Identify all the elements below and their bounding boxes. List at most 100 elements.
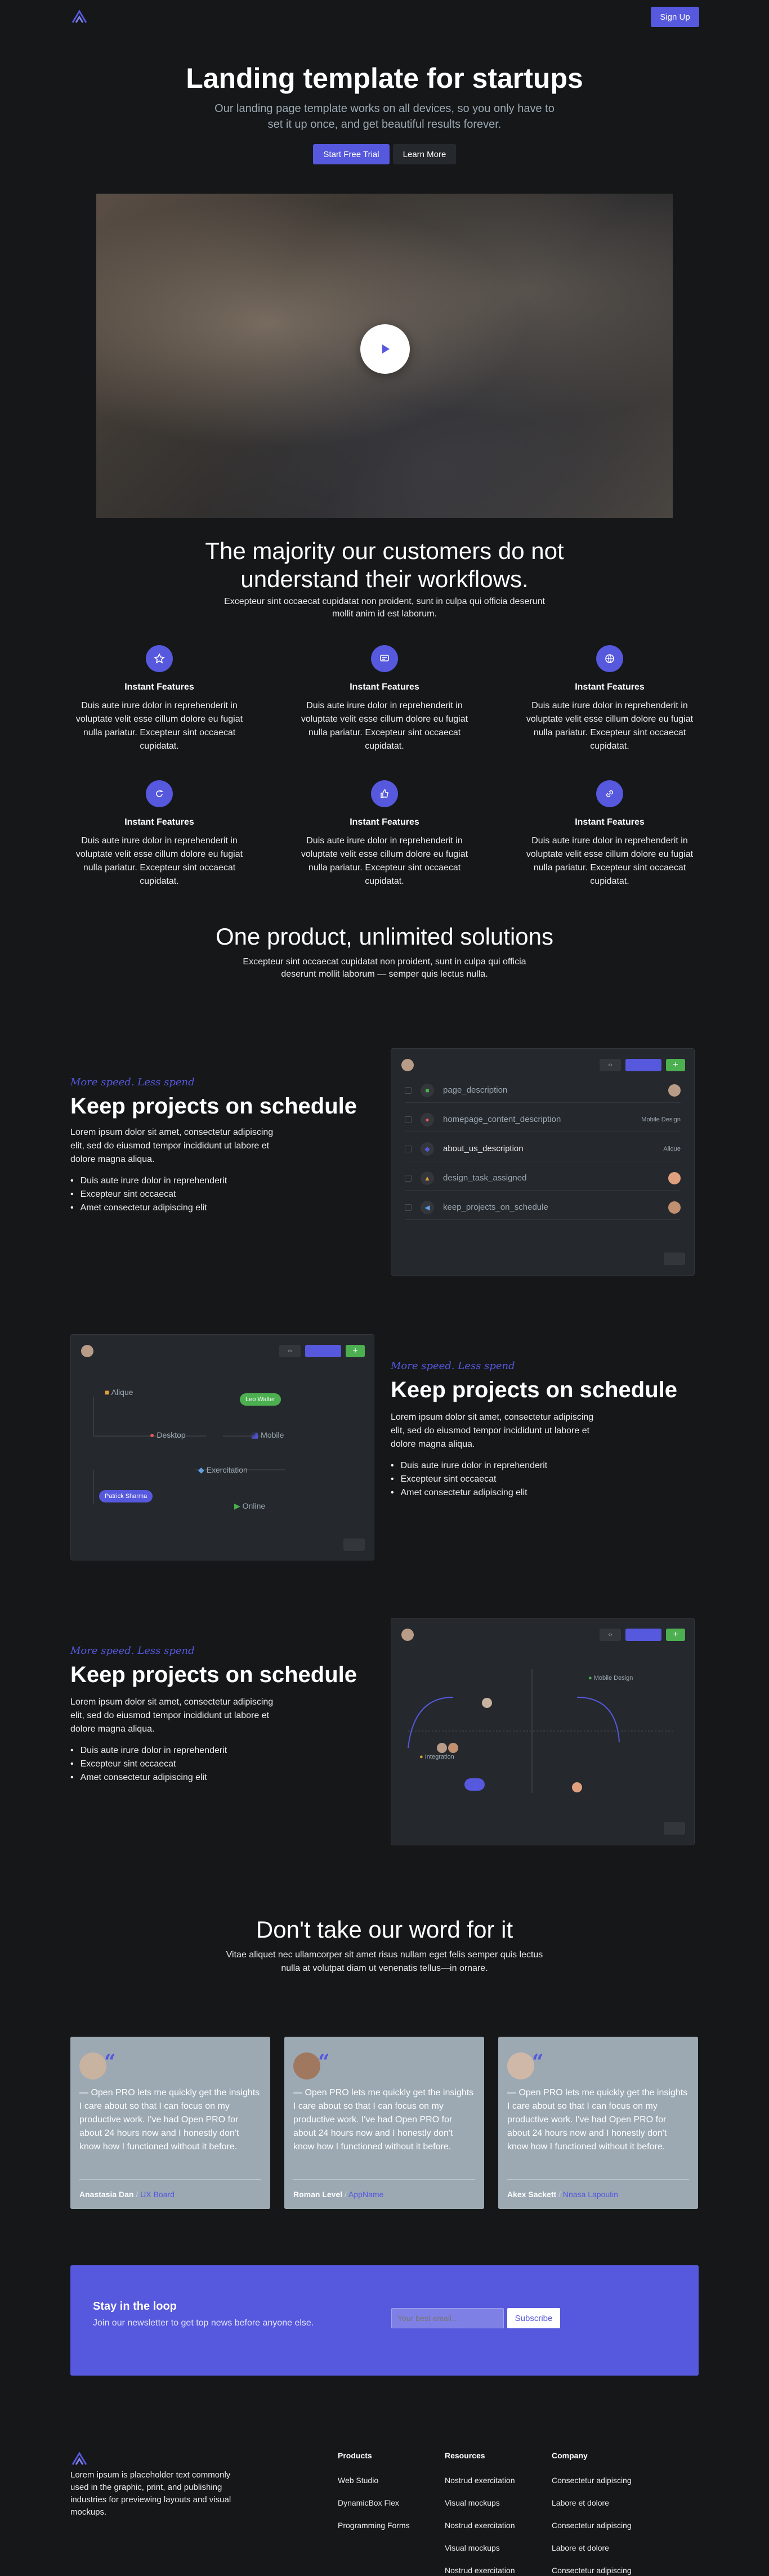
expand-button[interactable] xyxy=(664,1253,685,1265)
split3-list: Duis aute irure dolor in reprehenderit E… xyxy=(70,1744,227,1785)
tag-mobile: Mobile Design xyxy=(641,1116,681,1123)
footer-link[interactable]: Nostrud exercitation xyxy=(445,2514,515,2537)
learn-more-button[interactable]: Learn More xyxy=(393,144,456,164)
badge-leo: Leo Walter xyxy=(240,1393,281,1406)
split3-eyebrow: More speed. Less spend xyxy=(70,1645,195,1657)
accent-button[interactable] xyxy=(625,1059,661,1071)
signup-button[interactable]: Sign Up xyxy=(651,7,699,27)
link-button[interactable] xyxy=(464,1778,485,1791)
play-button[interactable] xyxy=(360,324,410,374)
task-row[interactable]: ■ page_description xyxy=(405,1078,681,1103)
testimonial-author: Roman Level / AppName xyxy=(293,2179,475,2199)
avatar: “ xyxy=(293,2050,330,2079)
footer-link[interactable]: Visual mockups xyxy=(445,2492,515,2514)
split1-para-2: elit, sed do eiusmod tempor incididunt u… xyxy=(70,1141,270,1151)
split1-title: Keep projects on schedule xyxy=(70,1094,357,1119)
badge-patrick: Patrick Sharma xyxy=(99,1490,153,1502)
quote-icon: “ xyxy=(318,2050,330,2074)
footer-link[interactable]: DynamicBox Flex xyxy=(338,2492,410,2514)
company-link[interactable]: Nnasa Lapoutin xyxy=(563,2190,618,2199)
split2-para-2: elit, sed do eiusmod tempor incididunt u… xyxy=(391,1426,590,1435)
feature-desc: Duis aute irure dolor in reprehenderit i… xyxy=(301,836,468,886)
logo-icon xyxy=(71,2452,87,2465)
task-row[interactable]: ◀ keep_projects_on_schedule xyxy=(405,1195,681,1220)
logo-icon xyxy=(71,10,87,23)
testimonial-card: “ — Open PRO lets me quickly get the ins… xyxy=(498,2037,698,2209)
split1-list: Duis aute irure dolor in reprehenderit E… xyxy=(70,1174,227,1215)
footer-link[interactable]: Nostrud exercitation xyxy=(445,2559,515,2576)
start-free-trial-button[interactable]: Start Free Trial xyxy=(313,144,390,164)
footer-resources: Resources Nostrud exercitation Visual mo… xyxy=(445,2451,515,2576)
tag-integration: ● Integration xyxy=(419,1754,454,1760)
list-item: Amet consectetur adipiscing elit xyxy=(391,1486,547,1500)
split1-para-1: Lorem ipsum dolor sit amet, consectetur … xyxy=(70,1128,274,1137)
node-online[interactable]: ▶ Online xyxy=(234,1501,265,1511)
footer-link[interactable]: Consectetur adipiscing xyxy=(552,2469,632,2492)
company-link[interactable]: UX Board xyxy=(140,2190,175,2199)
split3-para-1: Lorem ipsum dolor sit amet, consectetur … xyxy=(70,1697,274,1707)
node-alique[interactable]: ■ Alique xyxy=(105,1388,133,1397)
thumbs-up-icon xyxy=(371,780,398,807)
feature-title: Instant Features xyxy=(350,682,419,692)
solutions-title: One product, unlimited solutions xyxy=(216,923,553,950)
footer-link[interactable]: Programming Forms xyxy=(338,2514,410,2537)
subscribe-button[interactable]: Subscribe xyxy=(507,2308,560,2328)
testimonials-desc-2: nulla at volutpat diam ut venenatis tell… xyxy=(281,1964,488,1973)
add-button[interactable]: + xyxy=(666,1059,685,1071)
code-button[interactable]: ‹› xyxy=(600,1059,621,1071)
features-desc-2: mollit anim id est laborum. xyxy=(332,609,437,619)
workflow-lines xyxy=(93,1397,285,1504)
logo[interactable] xyxy=(70,8,88,26)
task-row[interactable]: ● homepage_content_description Mobile Desi… xyxy=(405,1107,681,1132)
task-label: keep_projects_on_schedule xyxy=(443,1202,548,1212)
footer-link[interactable]: Labore et dolore xyxy=(552,2537,632,2559)
feature-desc: Duis aute irure dolor in reprehenderit i… xyxy=(75,701,243,751)
avatar: “ xyxy=(507,2050,544,2079)
feature-item: Instant Features Duis aute irure dolor i… xyxy=(520,645,700,753)
hero-subtitle-1: Our landing page template works on all d… xyxy=(214,102,555,115)
footer-heading: Products xyxy=(338,2451,372,2460)
feature-title: Instant Features xyxy=(350,817,419,827)
node-mobile[interactable]: ▦ Mobile xyxy=(251,1430,284,1440)
task-row[interactable]: ▲ design_task_assigned xyxy=(405,1166,681,1191)
footer-link[interactable]: Web Studio xyxy=(338,2469,410,2492)
feature-item: Instant Features Duis aute irure dolor i… xyxy=(69,780,249,888)
list-item: Amet consectetur adipiscing elit xyxy=(70,1201,227,1215)
feature-title: Instant Features xyxy=(575,817,645,827)
testimonial-author: Akex Sackett / Nnasa Lapoutin xyxy=(507,2179,689,2199)
expand-button[interactable] xyxy=(664,1822,685,1835)
split2-para-1: Lorem ipsum dolor sit amet, consectetur … xyxy=(391,1412,594,1422)
footer-link[interactable]: Visual mockups xyxy=(445,2537,515,2559)
hero-video[interactable] xyxy=(96,194,673,518)
footer-logo[interactable] xyxy=(70,2450,88,2468)
node-exercitation[interactable]: ◆ Exercitation xyxy=(198,1465,248,1475)
footer-link[interactable]: Labore et dolore xyxy=(552,2492,632,2514)
node-desktop[interactable]: ● Desktop xyxy=(150,1430,186,1439)
testimonial-author: Anastasia Dan / UX Board xyxy=(79,2179,261,2199)
expand-button[interactable] xyxy=(343,1539,365,1551)
email-input[interactable] xyxy=(391,2308,504,2328)
footer-link[interactable]: Consectetur adipiscing xyxy=(552,2559,632,2576)
list-item: Duis aute irure dolor in reprehenderit xyxy=(70,1174,227,1188)
newsletter-desc: Join our newsletter to get top news befo… xyxy=(93,2318,314,2328)
hero-subtitle-2: set it up once, and get beautiful result… xyxy=(267,118,502,131)
footer-blurb: Lorem ipsum is placeholder text commonly… xyxy=(70,2470,231,2517)
testimonial-quote: — Open PRO lets me quickly get the insig… xyxy=(79,2088,260,2152)
split1-para-3: dolore magna aliqua. xyxy=(70,1155,155,1164)
footer-link[interactable]: Consectetur adipiscing xyxy=(552,2514,632,2537)
list-item: Excepteur sint occaecat xyxy=(70,1757,227,1771)
testimonial-quote: — Open PRO lets me quickly get the insig… xyxy=(507,2088,688,2152)
feature-item: Instant Features Duis aute irure dolor i… xyxy=(294,780,475,888)
newsletter-title: Stay in the loop xyxy=(93,2300,177,2313)
task-row[interactable]: ◆ about_us_description Alique xyxy=(405,1137,681,1161)
testimonials-title: Don't take our word for it xyxy=(256,1916,513,1943)
feature-item: Instant Features Duis aute irure dolor i… xyxy=(69,645,249,753)
features-title-2: understand their workflows. xyxy=(240,566,529,592)
testimonial-card: “ — Open PRO lets me quickly get the ins… xyxy=(284,2037,484,2209)
company-link[interactable]: AppName xyxy=(348,2190,383,2199)
play-icon xyxy=(382,345,390,354)
feature-desc: Duis aute irure dolor in reprehenderit i… xyxy=(526,836,694,886)
feature-title: Instant Features xyxy=(575,682,645,692)
feature-title: Instant Features xyxy=(124,817,194,827)
footer-link[interactable]: Nostrud exercitation xyxy=(445,2469,515,2492)
